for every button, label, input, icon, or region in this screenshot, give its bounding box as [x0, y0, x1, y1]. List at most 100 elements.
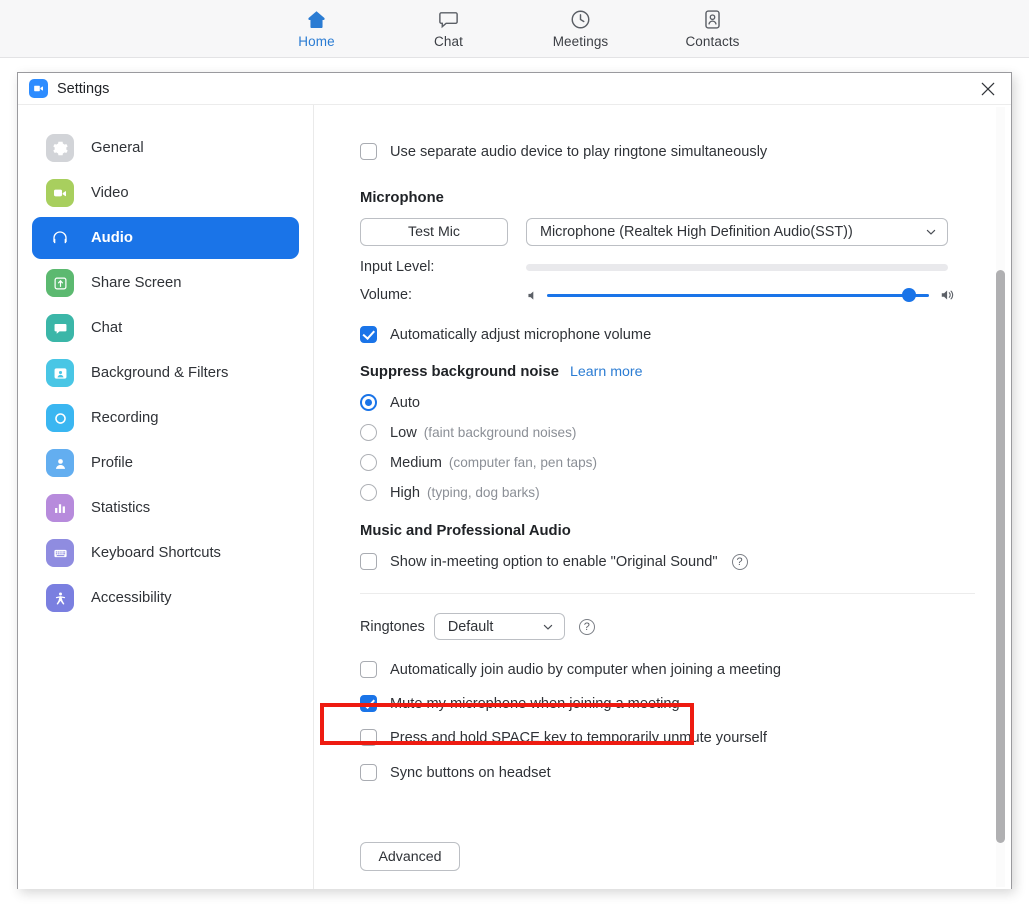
chevron-down-icon: [542, 621, 554, 633]
noise-option-label: Low: [390, 425, 417, 441]
noise-option-low[interactable]: Low (faint background noises): [360, 424, 975, 441]
sidebar-item-profile[interactable]: Profile: [32, 442, 299, 484]
input-level-meter: [526, 264, 948, 271]
noise-option-low-radio[interactable]: [360, 424, 377, 441]
nav-item-label: Contacts: [685, 34, 739, 49]
microphone-device-select[interactable]: Microphone (Realtek High Definition Audi…: [526, 218, 948, 246]
test-mic-button[interactable]: Test Mic: [360, 218, 508, 246]
nav-item-label: Meetings: [553, 34, 609, 49]
separate-ringtone-device-row[interactable]: Use separate audio device to play ringto…: [360, 143, 975, 160]
sidebar-item-video[interactable]: Video: [32, 172, 299, 214]
noise-option-hint: (computer fan, pen taps): [449, 455, 597, 470]
learn-more-link[interactable]: Learn more: [570, 364, 643, 380]
chevron-down-icon: [925, 226, 937, 238]
section-divider: [360, 593, 975, 594]
volume-row: Volume:: [360, 287, 975, 303]
ringtones-row: Ringtones Default ?: [360, 613, 975, 640]
nav-item-contacts[interactable]: Contacts: [668, 4, 758, 54]
sidebar-item-background-filters[interactable]: Background & Filters: [32, 352, 299, 394]
auto-adjust-volume-label: Automatically adjust microphone volume: [390, 327, 651, 343]
original-sound-checkbox[interactable]: [360, 553, 377, 570]
home-icon: [305, 8, 328, 31]
ringtones-select[interactable]: Default: [434, 613, 565, 640]
noise-option-label: Medium: [390, 455, 442, 471]
sidebar-item-recording[interactable]: Recording: [32, 397, 299, 439]
mute-mic-on-join-checkbox[interactable]: [360, 695, 377, 712]
volume-slider-thumb[interactable]: [902, 288, 916, 302]
separate-ringtone-device-label: Use separate audio device to play ringto…: [390, 144, 767, 160]
sidebar-item-keyboard-shortcuts[interactable]: Keyboard Shortcuts: [32, 532, 299, 574]
ringtones-help-icon[interactable]: ?: [579, 619, 595, 635]
auto-join-audio-row[interactable]: Automatically join audio by computer whe…: [360, 661, 975, 678]
share-icon: [46, 269, 74, 297]
noise-option-auto[interactable]: Auto: [360, 394, 975, 411]
press-space-unmute-label: Press and hold SPACE key to temporarily …: [390, 730, 767, 746]
suppress-noise-heading-row: Suppress background noise Learn more: [360, 364, 975, 380]
noise-option-medium-radio[interactable]: [360, 454, 377, 471]
ringtones-value: Default: [448, 619, 494, 635]
close-icon[interactable]: [965, 73, 1011, 105]
nav-item-meetings[interactable]: Meetings: [536, 4, 626, 54]
press-space-unmute-checkbox[interactable]: [360, 729, 377, 746]
window-title: Settings: [57, 81, 109, 97]
auto-adjust-volume-checkbox[interactable]: [360, 326, 377, 343]
volume-slider[interactable]: [547, 288, 929, 302]
sidebar-item-general[interactable]: General: [32, 127, 299, 169]
content-scrollbar-thumb[interactable]: [996, 270, 1005, 843]
sidebar-item-label: Statistics: [91, 500, 150, 516]
noise-option-medium[interactable]: Medium (computer fan, pen taps): [360, 454, 975, 471]
record-icon: [46, 404, 74, 432]
chart-icon: [46, 494, 74, 522]
sidebar-item-label: Chat: [91, 320, 122, 336]
nav-item-label: Home: [298, 34, 334, 49]
audio-settings-panel: Use separate audio device to play ringto…: [314, 105, 1011, 889]
sync-headset-buttons-row[interactable]: Sync buttons on headset: [360, 764, 975, 781]
chat-icon: [437, 8, 460, 31]
microphone-heading: Microphone: [360, 190, 975, 206]
auto-adjust-volume-row[interactable]: Automatically adjust microphone volume: [360, 326, 975, 343]
zoom-logo-icon: [29, 79, 48, 98]
app-nav-bar: Home Chat Meetings Contacts: [0, 0, 1029, 58]
auto-join-audio-label: Automatically join audio by computer whe…: [390, 662, 781, 678]
accessibility-icon: [46, 584, 74, 612]
sync-headset-buttons-label: Sync buttons on headset: [390, 765, 551, 781]
noise-option-high-radio[interactable]: [360, 484, 377, 501]
volume-slider-track: [547, 294, 929, 297]
noise-option-high[interactable]: High (typing, dog barks): [360, 484, 975, 501]
noise-option-hint: (typing, dog barks): [427, 485, 540, 500]
microphone-device-value: Microphone (Realtek High Definition Audi…: [540, 224, 853, 240]
speaker-high-icon: [940, 287, 956, 303]
original-sound-row[interactable]: Show in-meeting option to enable "Origin…: [360, 553, 975, 570]
sync-headset-buttons-checkbox[interactable]: [360, 764, 377, 781]
noise-option-auto-radio[interactable]: [360, 394, 377, 411]
advanced-button[interactable]: Advanced: [360, 842, 460, 871]
sidebar-item-share-screen[interactable]: Share Screen: [32, 262, 299, 304]
sidebar-item-label: Recording: [91, 410, 158, 426]
sidebar-item-label: Video: [91, 185, 129, 201]
nav-item-chat[interactable]: Chat: [404, 4, 494, 54]
input-level-label: Input Level:: [360, 259, 526, 275]
original-sound-label: Show in-meeting option to enable "Origin…: [390, 554, 718, 570]
settings-sidebar: General Video Audio Share Screen: [18, 105, 314, 889]
separate-ringtone-device-checkbox[interactable]: [360, 143, 377, 160]
noise-option-hint: (faint background noises): [424, 425, 577, 440]
sidebar-item-statistics[interactable]: Statistics: [32, 487, 299, 529]
speaker-low-icon: [526, 289, 539, 302]
keyboard-icon: [46, 539, 74, 567]
mute-mic-on-join-row[interactable]: Mute my microphone when joining a meetin…: [360, 695, 975, 712]
noise-option-label: Auto: [390, 395, 420, 411]
nav-item-home[interactable]: Home: [272, 4, 362, 54]
sidebar-item-accessibility[interactable]: Accessibility: [32, 577, 299, 619]
auto-join-audio-checkbox[interactable]: [360, 661, 377, 678]
volume-label: Volume:: [360, 287, 526, 303]
gear-icon: [46, 134, 74, 162]
sidebar-item-chat[interactable]: Chat: [32, 307, 299, 349]
input-level-row: Input Level:: [360, 259, 975, 275]
mute-mic-on-join-label: Mute my microphone when joining a meetin…: [390, 696, 680, 712]
sidebar-item-audio[interactable]: Audio: [32, 217, 299, 259]
video-icon: [46, 179, 74, 207]
original-sound-help-icon[interactable]: ?: [732, 554, 748, 570]
press-space-unmute-row[interactable]: Press and hold SPACE key to temporarily …: [360, 729, 975, 746]
headset-icon: [46, 224, 74, 252]
profile-icon: [46, 449, 74, 477]
